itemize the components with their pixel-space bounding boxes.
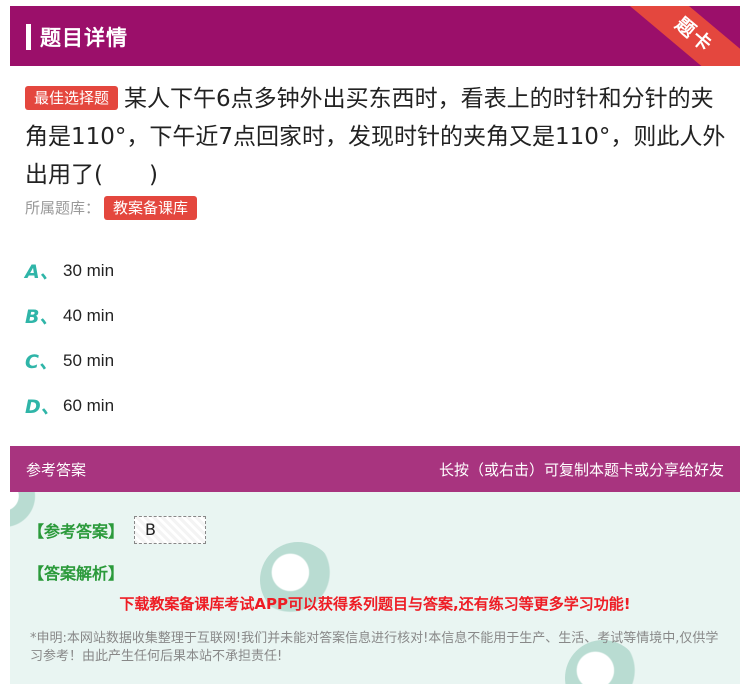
option-d[interactable]: D、 60 min: [25, 383, 114, 428]
option-letter: B、: [25, 306, 59, 328]
disclaimer-text: *申明:本网站数据收集整理于互联网!我们并未能对答案信息进行核对!本信息不能用于…: [30, 631, 719, 664]
question-card: 题目详情 题卡 最佳选择题 某人下午6点多钟外出买东西时，看表上的时针和分针的夹角…: [0, 0, 750, 684]
option-c[interactable]: C、 50 min: [25, 338, 114, 383]
source-badge[interactable]: 教案备课库: [104, 196, 198, 220]
question-source: 所属题库： 教案备课库: [25, 196, 203, 220]
answer-panel-header: 参考答案 长按（或右击）可复制本题卡或分享给好友: [10, 446, 740, 492]
answer-panel-title: 参考答案: [26, 461, 87, 479]
app-promo-text[interactable]: 下载教案备课库考试APP可以获得系列题目与答案,还有练习等更多学习功能!: [10, 593, 740, 614]
question-text: 某人下午6点多钟外出买东西时，看表上的时针和分针的夹角是110°，下午近7点回家…: [25, 86, 726, 188]
answer-panel-body: 【参考答案】 B 【答案解析】 下载教案备课库考试APP可以获得系列题目与答案,…: [10, 492, 740, 684]
answer-value: B: [134, 516, 206, 544]
option-text: 30 min: [63, 260, 115, 280]
share-hint: 长按（或右击）可复制本题卡或分享给好友: [438, 461, 724, 479]
option-letter: D、: [25, 396, 60, 418]
option-text: 60 min: [63, 395, 115, 415]
analysis-label: 【答案解析】: [28, 564, 125, 583]
option-text: 40 min: [63, 305, 115, 325]
option-b[interactable]: B、 40 min: [25, 293, 114, 338]
options-list: A、 30 min B、 40 min C、 50 min D、 60 min: [25, 248, 114, 428]
source-label: 所属题库：: [25, 199, 101, 217]
header-bar: 题目详情 题卡: [10, 6, 740, 66]
option-letter: C、: [25, 351, 58, 373]
question-block: 最佳选择题 某人下午6点多钟外出买东西时，看表上的时针和分针的夹角是110°，下午…: [25, 80, 730, 194]
corner-ribbon: 题卡: [620, 6, 740, 66]
answer-label: 【参考答案】: [28, 522, 125, 541]
question-type-badge: 最佳选择题: [25, 86, 119, 110]
option-text: 50 min: [63, 350, 115, 370]
option-a[interactable]: A、 30 min: [25, 248, 114, 293]
page-title: 题目详情: [40, 26, 128, 50]
option-letter: A、: [25, 261, 59, 283]
header-accent: [26, 24, 31, 50]
